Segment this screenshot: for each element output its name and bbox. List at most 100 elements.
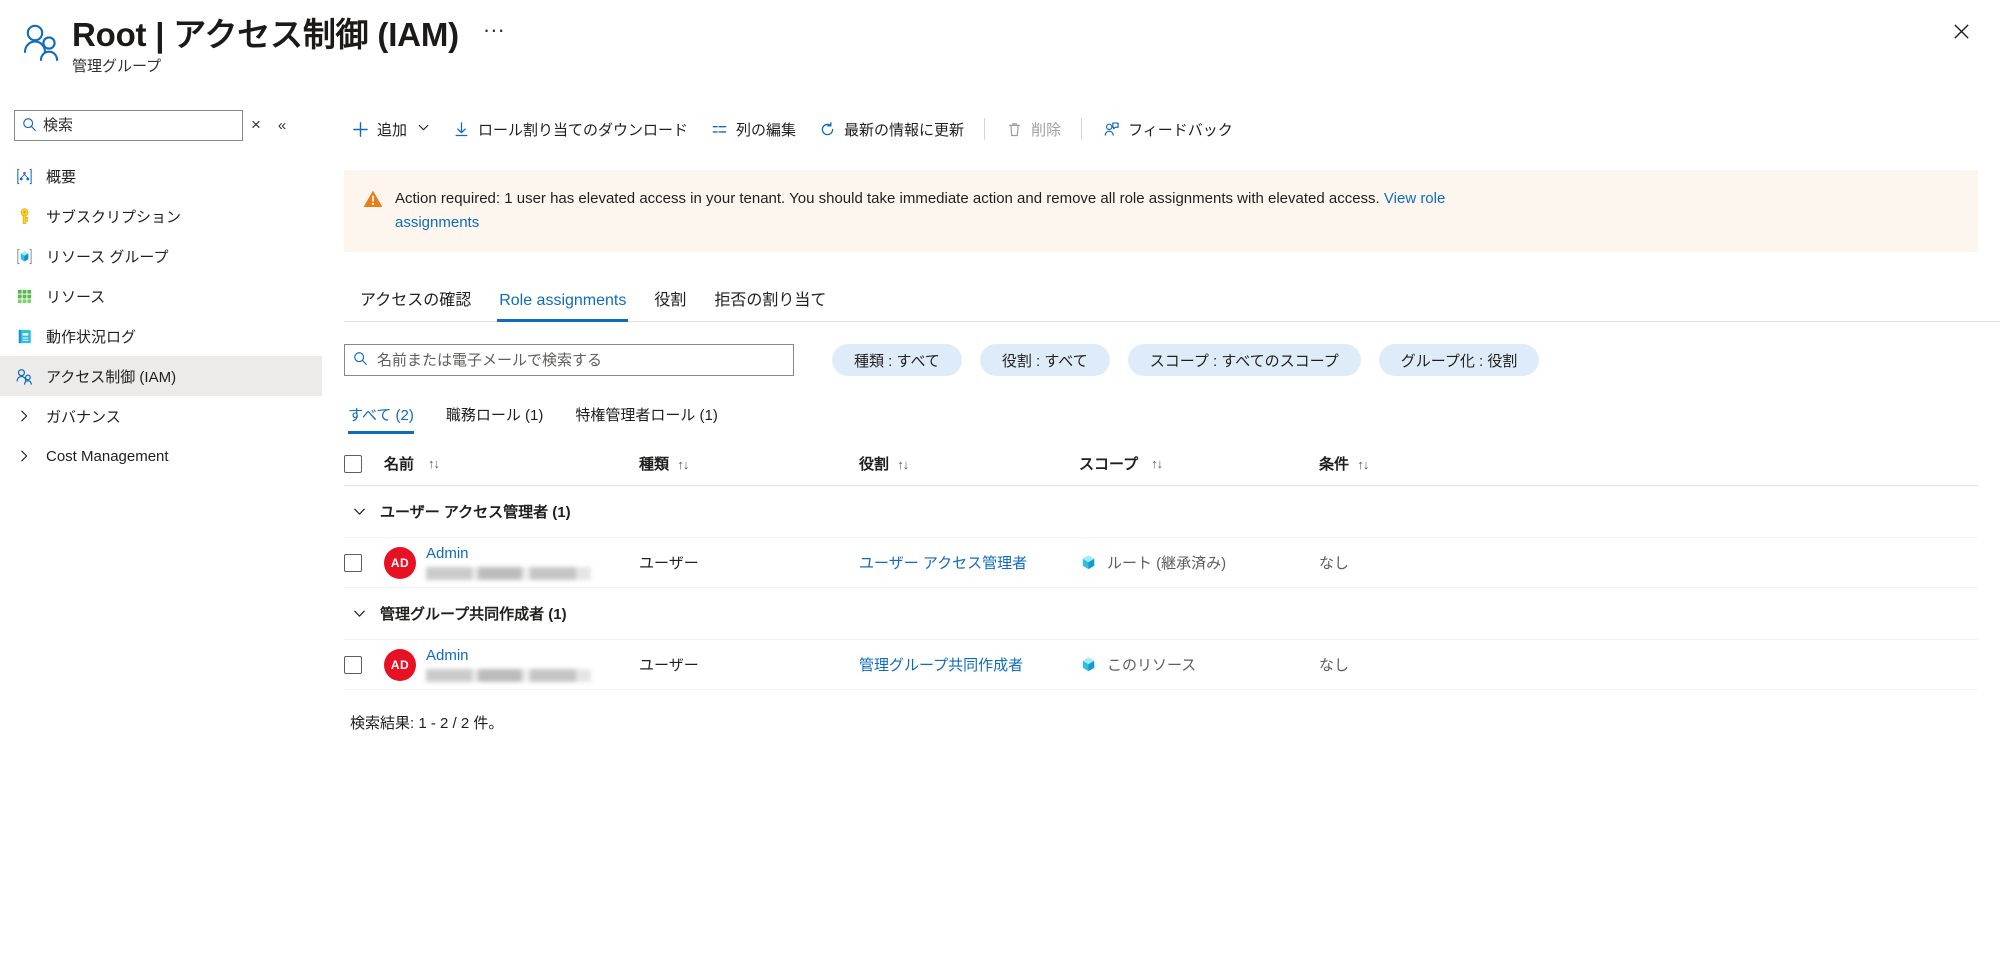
table-header-row: 名前 ↑↓ 種類 ↑↓ 役割 ↑↓ スコープ ↑↓ 条件 ↑↓ [344, 442, 1978, 486]
sidebar-item-label: 概要 [46, 168, 77, 186]
column-header-scope[interactable]: スコープ ↑↓ [1079, 453, 1319, 474]
column-header-type[interactable]: 種類 ↑↓ [639, 453, 859, 474]
subtab-privileged-admin-roles[interactable]: 特権管理者ロール (1) [559, 404, 734, 434]
redacted-email [426, 566, 591, 580]
chevron-down-icon[interactable] [346, 606, 372, 621]
sort-icon[interactable]: ↑↓ [1357, 457, 1369, 472]
feedback-icon [1102, 120, 1120, 138]
cell-condition: なし [1319, 657, 1350, 674]
row-checkbox[interactable] [344, 553, 362, 572]
filter-pill-type[interactable]: 種類 : すべて [832, 344, 962, 376]
iam-tabs: アクセスの確認 Role assignments 役割 拒否の割り当て [344, 278, 2000, 322]
sidebar-search-clear-button[interactable]: × [243, 115, 269, 135]
principal-name-link[interactable]: Admin [426, 545, 591, 562]
sidebar-item-overview[interactable]: 概要 [0, 156, 322, 196]
cell-name: AD Admin [384, 647, 639, 682]
sidebar-nav-list: 概要 サブスクリプション リソース グループ リソース 動作状況ログ アクセス制… [0, 156, 322, 476]
close-blade-button[interactable] [1944, 14, 1978, 48]
page-title: Root | アクセス制御 (IAM) [72, 16, 459, 53]
feedback-button[interactable]: フィードバック [1091, 112, 1244, 146]
sidebar-item-label: アクセス制御 (IAM) [46, 368, 177, 386]
sort-icon[interactable]: ↑↓ [428, 456, 440, 471]
edit-columns-button[interactable]: 列の編集 [699, 112, 807, 146]
cell-scope: このリソース [1079, 654, 1319, 675]
subtab-all[interactable]: すべて (2) [346, 404, 430, 434]
sidebar-item-label: ガバナンス [46, 408, 121, 426]
sidebar-item-governance[interactable]: ガバナンス [0, 396, 322, 436]
sidebar-search-box[interactable] [14, 109, 243, 141]
add-button[interactable]: 追加 [340, 112, 441, 146]
column-header-name[interactable]: 名前 ↑↓ [384, 453, 639, 474]
column-label: 条件 [1319, 456, 1350, 473]
sidebar-item-resource-groups[interactable]: リソース グループ [0, 236, 322, 276]
edit-columns-icon [710, 120, 728, 138]
subtab-job-function-roles[interactable]: 職務ロール (1) [430, 404, 560, 434]
command-label: 最新の情報に更新 [844, 121, 965, 139]
command-label: 追加 [377, 121, 408, 139]
sidebar-item-label: リソース [46, 288, 106, 306]
select-all-checkbox[interactable] [344, 454, 362, 473]
sidebar-collapse-button[interactable]: « [269, 117, 295, 134]
sidebar-item-subscriptions[interactable]: サブスクリプション [0, 196, 322, 236]
result-count-text: 検索結果: 1 - 2 / 2 件。 [350, 715, 504, 732]
assignments-search-box[interactable] [344, 344, 794, 376]
tab-roles[interactable]: 役割 [640, 286, 700, 321]
redacted-email [426, 668, 591, 682]
column-header-condition[interactable]: 条件 ↑↓ [1319, 453, 1978, 474]
more-options-button[interactable]: ··· [475, 19, 513, 47]
sort-icon[interactable]: ↑↓ [897, 457, 909, 472]
resource-group-icon [14, 246, 34, 266]
role-link[interactable]: 管理グループ共同作成者 [859, 657, 1023, 674]
sidebar-item-label: Cost Management [46, 447, 169, 465]
sidebar-item-activity-log[interactable]: 動作状況ログ [0, 316, 322, 356]
group-header-row[interactable]: ユーザー アクセス管理者 (1) [344, 486, 1978, 538]
assignment-subtabs: すべて (2) 職務ロール (1) 特権管理者ロール (1) [344, 396, 2000, 434]
command-label: ロール割り当てのダウンロード [478, 121, 689, 139]
resources-grid-icon [14, 286, 34, 306]
cell-type: ユーザー [639, 657, 699, 674]
refresh-button[interactable]: 最新の情報に更新 [807, 112, 975, 146]
sidebar-search-input[interactable] [43, 116, 242, 134]
filter-pill-role[interactable]: 役割 : すべて [979, 344, 1110, 376]
chevron-right-icon [14, 449, 34, 463]
tab-check-access[interactable]: アクセスの確認 [346, 286, 485, 321]
table-row[interactable]: AD Admin ユーザー 管理グループ共同作成者 このリソース なし [344, 640, 1978, 690]
sidebar-item-label: リソース グループ [46, 248, 169, 266]
row-select-cell [344, 553, 384, 572]
page-header: Root | アクセス制御 (IAM) ··· 管理グループ [0, 0, 2000, 96]
cell-scope: ルート (継承済み) [1079, 552, 1319, 573]
sidebar-item-cost-management[interactable]: Cost Management [0, 436, 322, 476]
scope-text: このリソース [1107, 657, 1197, 674]
sort-icon[interactable]: ↑↓ [1151, 456, 1163, 471]
group-header-row[interactable]: 管理グループ共同作成者 (1) [344, 588, 1978, 640]
assignments-search-input[interactable] [375, 350, 793, 370]
command-separator [984, 118, 986, 140]
sidebar-item-access-control[interactable]: アクセス制御 (IAM) [0, 356, 322, 396]
page-subtitle: 管理グループ [72, 58, 162, 75]
chevron-down-icon[interactable] [346, 504, 372, 519]
tab-deny-assignments[interactable]: 拒否の割り当て [700, 286, 840, 321]
select-all-cell [344, 454, 384, 473]
tab-role-assignments[interactable]: Role assignments [485, 292, 640, 322]
row-checkbox[interactable] [344, 655, 362, 674]
sidebar-item-resources[interactable]: リソース [0, 276, 322, 316]
resource-cube-icon [1079, 655, 1098, 674]
principal-name-link[interactable]: Admin [426, 647, 591, 664]
overview-icon [14, 166, 34, 186]
delete-button: 削除 [994, 112, 1072, 146]
sidebar-item-label: サブスクリプション [46, 208, 182, 226]
chevron-right-icon [14, 409, 34, 423]
warning-triangle-icon [362, 188, 384, 215]
role-link[interactable]: ユーザー アクセス管理者 [859, 555, 1027, 572]
avatar: AD [384, 546, 416, 579]
sort-icon[interactable]: ↑↓ [677, 457, 689, 472]
search-icon [353, 351, 368, 371]
sidebar-search-row: × « [0, 104, 322, 146]
filter-pill-groupby[interactable]: グループ化 : 役割 [1378, 344, 1540, 376]
filter-pill-scope[interactable]: スコープ : すべてのスコープ [1127, 344, 1361, 376]
column-label: 役割 [859, 456, 890, 473]
table-row[interactable]: AD Admin ユーザー ユーザー アクセス管理者 ルート (継承済み) なし [344, 538, 1978, 588]
column-label: 名前 [384, 456, 415, 473]
column-header-role[interactable]: 役割 ↑↓ [859, 453, 1079, 474]
download-role-assignments-button[interactable]: ロール割り当てのダウンロード [441, 112, 699, 146]
